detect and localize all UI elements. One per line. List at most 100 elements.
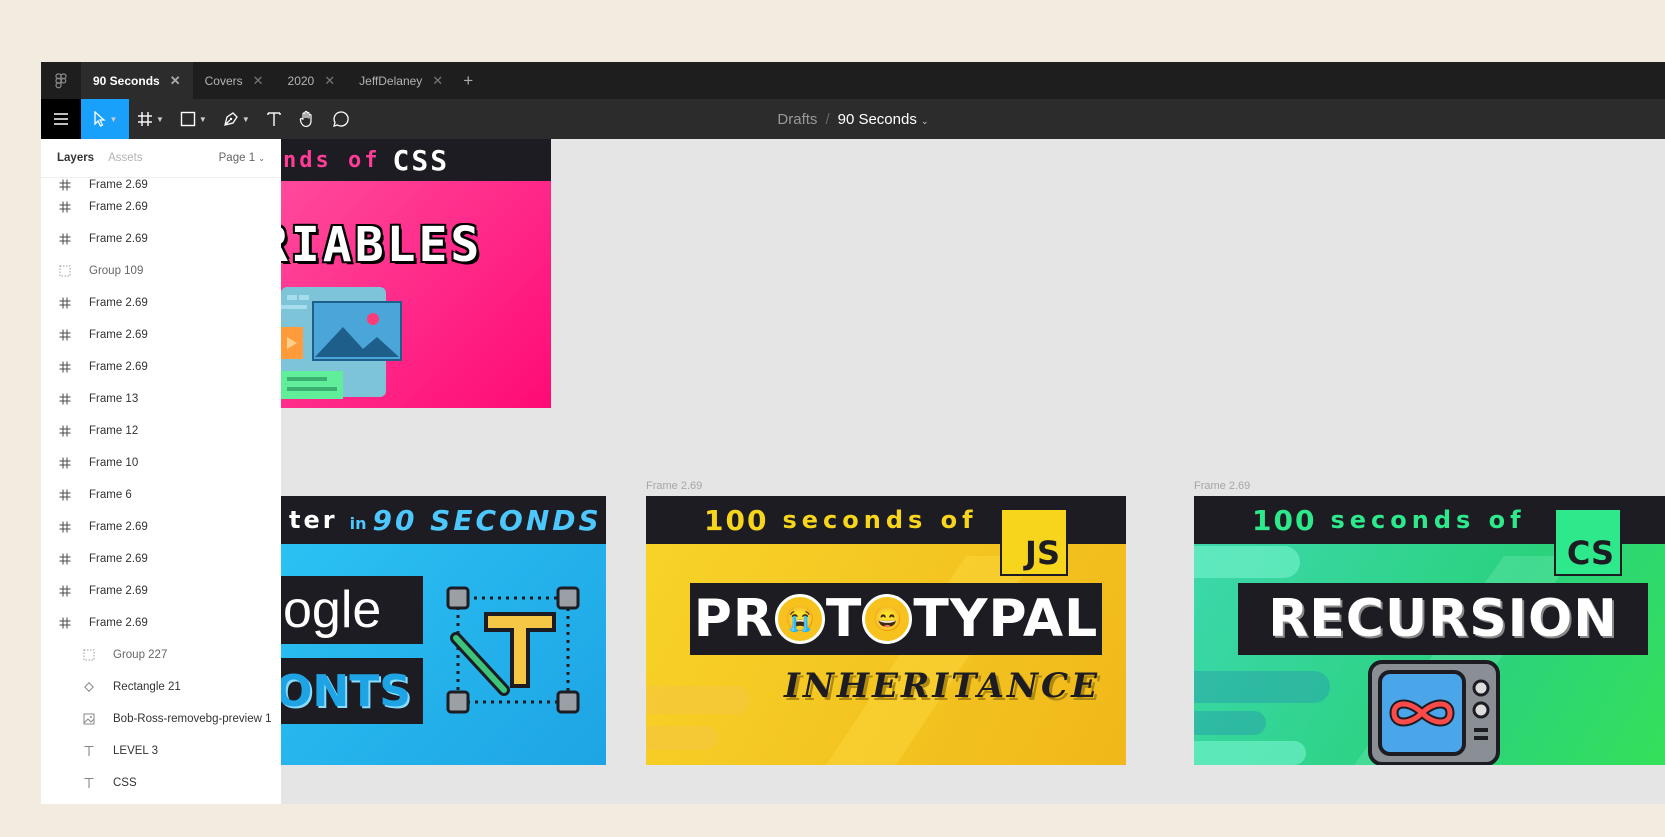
chevron-down-icon: ⌄ (258, 154, 265, 163)
banner-text: seconds of (782, 506, 978, 534)
layer-name: Group 227 (113, 649, 168, 661)
layer-name: CSS (113, 777, 137, 789)
layer-name: Frame 2.69 (89, 297, 148, 309)
close-icon[interactable]: ✕ (324, 73, 335, 89)
layer-row[interactable]: Frame 2.69 (41, 223, 281, 255)
tab-label: 90 Seconds (93, 73, 160, 88)
thumbnail-word-2: ONTS (281, 665, 411, 717)
add-tab-button[interactable]: + (455, 71, 481, 91)
layer-name: Frame 12 (89, 425, 139, 437)
layer-row[interactable]: Frame 2.69 (41, 351, 281, 383)
layer-row[interactable]: Group 227 (41, 639, 281, 671)
frame-icon (57, 617, 73, 629)
thumbnail-recursion[interactable]: 100 seconds of CS RECURSION (1194, 496, 1665, 765)
layer-name: LEVEL 3 (113, 745, 158, 757)
frame-tool-button[interactable]: ▼ (129, 99, 172, 139)
hamburger-icon (54, 113, 68, 125)
tab-2020[interactable]: 2020 ✕ (276, 62, 348, 99)
browser-illustration (281, 287, 402, 399)
layer-name: Frame 6 (89, 489, 132, 501)
banner-text: seconds of (1330, 506, 1526, 534)
title-part-3: TYPAL (913, 589, 1099, 649)
thumbnail-css-variables[interactable]: nds of CSS RIABLES (281, 139, 551, 408)
tab-assets[interactable]: Assets (108, 152, 143, 164)
tab-label: 2020 (287, 73, 315, 88)
layer-row[interactable]: Bob-Ross-removebg-preview 1 (41, 703, 281, 735)
crying-emoji-icon: 😭 (774, 594, 825, 644)
layer-name: Frame 2.69 (89, 179, 148, 191)
close-icon[interactable]: ✕ (253, 73, 264, 89)
tab-label: Covers (204, 73, 243, 88)
layer-row[interactable]: Frame 2.69 (41, 319, 281, 351)
cursor-icon (93, 111, 106, 127)
canvas[interactable]: nds of CSS RIABLES ter in 90 SECONDS ogl… (281, 139, 1665, 804)
banner-text-seconds: 90 SECONDS (372, 503, 602, 537)
layer-row[interactable]: Frame 2.69 (41, 287, 281, 319)
frame-label[interactable]: Frame 2.69 (1194, 480, 1250, 492)
close-icon[interactable]: ✕ (170, 73, 181, 89)
move-tool-button[interactable]: ▼ (81, 99, 129, 139)
frame-icon (57, 179, 73, 191)
hand-icon (299, 110, 312, 128)
figma-logo-icon[interactable] (41, 62, 81, 99)
layer-name: Bob-Ross-removebg-preview 1 (113, 713, 272, 725)
tab-jeffdelaney[interactable]: JeffDelaney ✕ (347, 62, 455, 99)
banner-number: 100 (1252, 503, 1317, 537)
layer-name: Frame 2.69 (89, 361, 148, 373)
layer-row[interactable]: Frame 2.69 (41, 607, 281, 639)
thumbnail-prototypal-inheritance[interactable]: 100 seconds of JS PR 😭 T 😄 TYPAL INHERIT… (646, 496, 1126, 765)
layer-row[interactable]: LEVEL 3 (41, 735, 281, 767)
banner-tag: CSS (392, 143, 450, 177)
thumbnail-google-fonts[interactable]: ter in 90 SECONDS ogle ONTS (281, 496, 606, 765)
thumbnail-banner: ter in 90 SECONDS (281, 496, 606, 544)
thumbnail-subtitle: INHERITANCE (783, 666, 1100, 706)
banner-text-in: in (349, 513, 367, 533)
tab-label: JeffDelaney (359, 73, 423, 88)
layer-row[interactable]: Frame 6 (41, 479, 281, 511)
layer-row[interactable]: Frame 12 (41, 415, 281, 447)
layer-row[interactable]: Frame 2.69 (41, 191, 281, 223)
layer-row[interactable]: Frame 2.69 (41, 511, 281, 543)
frame-icon (57, 297, 73, 309)
shape-tool-button[interactable]: ▼ (172, 99, 215, 139)
layer-row[interactable]: Frame 13 (41, 383, 281, 415)
chevron-down-icon: ▼ (156, 114, 164, 124)
tag-cs: CS (1554, 508, 1622, 576)
layer-name: Frame 10 (89, 457, 139, 469)
layer-row[interactable]: Rectangle 21 (41, 671, 281, 703)
frame-icon (57, 521, 73, 533)
chevron-down-icon: ⌄ (921, 115, 929, 126)
layer-name: Frame 2.69 (89, 553, 148, 565)
pen-tool-button[interactable]: ▼ (215, 99, 258, 139)
breadcrumb-separator: / (825, 110, 830, 128)
layer-row[interactable]: Group 109 (41, 255, 281, 287)
title-part-2: T (825, 589, 862, 649)
comment-icon (332, 111, 349, 127)
rectangle-icon (180, 111, 196, 127)
frame-label[interactable]: Frame 2.69 (646, 480, 702, 492)
comment-tool-button[interactable] (324, 99, 358, 139)
panel-header: Layers Assets Page 1 ⌄ (41, 139, 281, 178)
layers-panel: Layers Assets Page 1 ⌄ Frame 2.69 Frame 2… (41, 139, 282, 804)
hand-tool-button[interactable] (290, 99, 324, 139)
text-icon (267, 112, 281, 126)
text-tool-button[interactable] (258, 99, 290, 139)
component-icon (81, 681, 97, 693)
close-icon[interactable]: ✕ (432, 73, 443, 89)
file-name-button[interactable]: 90 Seconds ⌄ (838, 111, 929, 128)
breadcrumb-drafts[interactable]: Drafts (777, 111, 817, 128)
layer-row[interactable]: Frame 2.69 (41, 575, 281, 607)
frame-icon (57, 233, 73, 245)
layer-row[interactable]: Frame 2.69 (41, 177, 281, 191)
frame-icon (57, 361, 73, 373)
layer-row[interactable]: Frame 10 (41, 447, 281, 479)
pen-icon (223, 112, 238, 126)
tab-layers[interactable]: Layers (57, 152, 94, 164)
tab-covers[interactable]: Covers ✕ (193, 62, 276, 99)
tab-90-seconds[interactable]: 90 Seconds ✕ (81, 62, 193, 99)
page-selector[interactable]: Page 1 ⌄ (219, 152, 265, 164)
main-menu-button[interactable] (41, 99, 81, 139)
layer-row[interactable]: CSS (41, 767, 281, 799)
layer-row[interactable]: Frame 2.69 (41, 543, 281, 575)
layer-name: Frame 13 (89, 393, 139, 405)
